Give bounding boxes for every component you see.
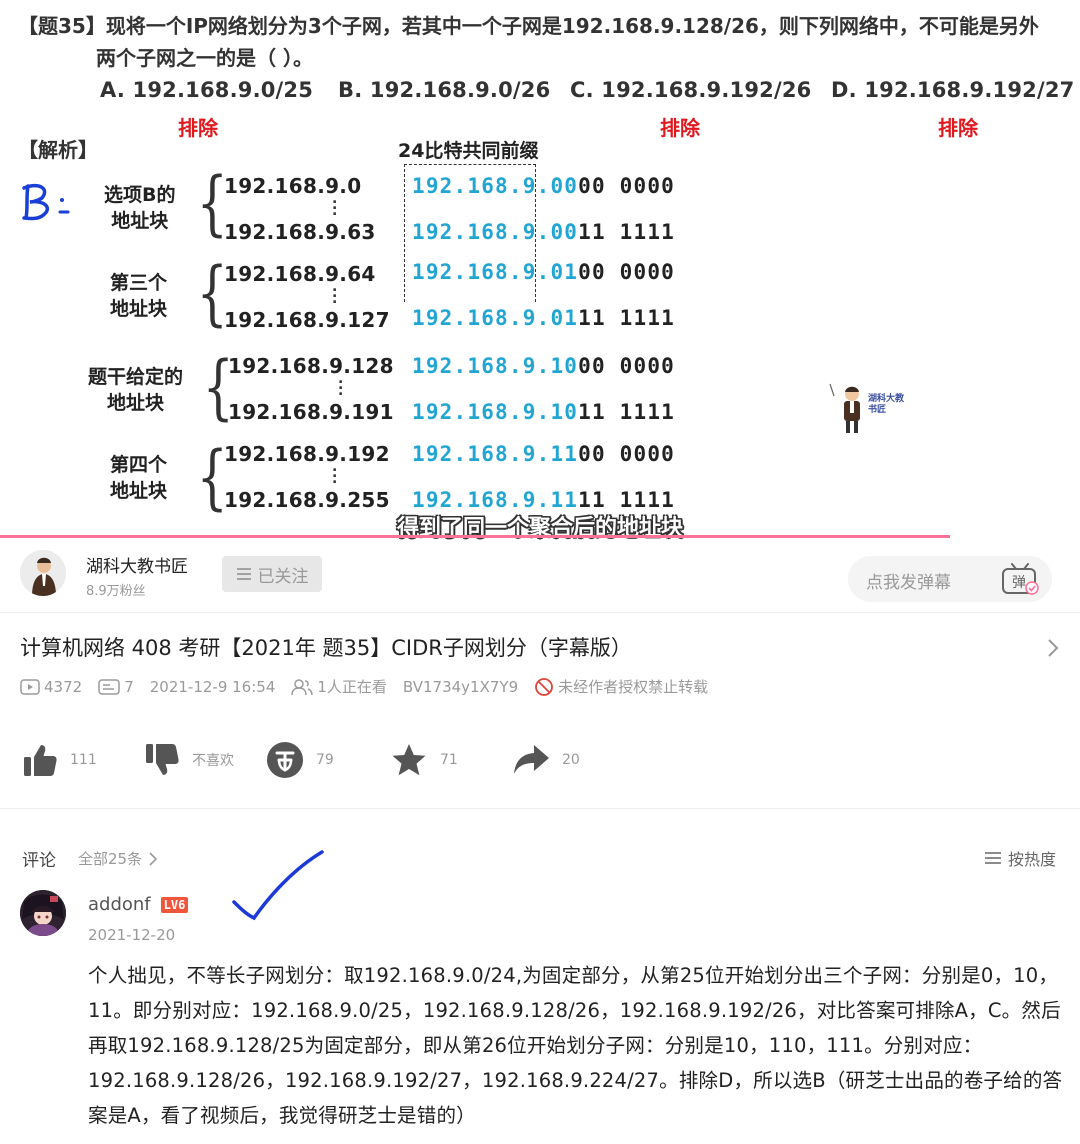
ip-start: 192.168.9.0 <box>224 174 362 198</box>
commenter-avatar[interactable] <box>20 890 66 936</box>
video-progress-bar[interactable] <box>0 535 951 538</box>
commenter-name-row: addonf LV6 <box>88 894 189 915</box>
question-line-1: 【题35】现将一个IP网络划分为3个子网，若其中一个子网是192.168.9.1… <box>18 14 1039 38</box>
all-comments-link[interactable]: 全部25条 <box>78 848 158 869</box>
binary-end: 192.168.9.1111 1111 <box>412 488 676 512</box>
coin-count: 79 <box>316 752 334 768</box>
commenter-name[interactable]: addonf <box>88 894 151 915</box>
no-repost-icon <box>535 677 554 696</box>
play-count-icon <box>20 678 40 695</box>
watching-count: 1人正在看 <box>317 678 387 696</box>
block-label-given: 题干给定的 地址块 <box>88 366 184 414</box>
video-player[interactable]: 【题35】现将一个IP网络划分为3个子网，若其中一个子网是192.168.9.1… <box>0 0 1080 540</box>
binary-end: 192.168.9.0111 1111 <box>412 306 676 330</box>
ip-end: 192.168.9.63 <box>224 220 376 244</box>
vertical-dots: ... <box>332 459 338 487</box>
binary-start: 192.168.9.0100 0000 <box>412 260 676 284</box>
option-c: C. 192.168.9.192/26 <box>570 78 812 102</box>
level-badge: LV6 <box>160 896 189 913</box>
vertical-dots: ... <box>332 191 338 219</box>
coin-icon <box>267 742 303 778</box>
bvid: BV1734y1X7Y9 <box>402 677 519 696</box>
binary-start: 192.168.9.0000 0000 <box>412 174 676 198</box>
chevron-right-icon[interactable] <box>1044 636 1062 660</box>
comments-title: 评论 <box>22 851 56 871</box>
dislike-button[interactable]: 不喜欢 <box>144 740 234 780</box>
all-comments-label: 全部25条 <box>78 850 143 868</box>
vertical-dots: ... <box>332 279 338 307</box>
exclude-mark-a: 排除 <box>178 116 218 140</box>
svg-text:弹: 弹 <box>1012 575 1026 591</box>
danmaku-toggle-icon[interactable]: 弹 <box>1000 560 1040 598</box>
star-icon <box>392 744 426 776</box>
mascot-logo: 湖科大教书匠 <box>826 382 906 434</box>
follow-button[interactable]: 已关注 <box>222 556 322 592</box>
binary-end: 192.168.9.1011 1111 <box>412 400 676 424</box>
follow-label: 已关注 <box>257 566 309 587</box>
ip-end: 192.168.9.255 <box>224 488 390 512</box>
ip-end: 192.168.9.191 <box>228 400 394 424</box>
danmaku-count-icon <box>98 678 120 695</box>
copyright-notice: 未经作者授权禁止转载 <box>558 678 709 696</box>
coin-button[interactable]: 79 <box>266 740 334 780</box>
option-b: B. 192.168.9.0/26 <box>338 78 551 102</box>
menu-icon <box>236 568 251 580</box>
chevron-right-icon <box>149 851 158 866</box>
view-count: 4372 <box>44 677 83 696</box>
ip-start: 192.168.9.192 <box>224 442 390 466</box>
divider <box>0 612 1080 613</box>
thumbs-down-icon <box>146 744 179 775</box>
uploader-name[interactable]: 湖科大教书匠 <box>86 552 188 577</box>
watching-icon <box>291 678 314 695</box>
share-button[interactable]: 20 <box>512 740 580 780</box>
block-label-b: 选项B的 地址块 <box>104 184 176 232</box>
comment-text: 个人拙见，不等长子网划分：取192.168.9.0/24,为固定部分，从第25位… <box>88 964 1063 1127</box>
option-d: D. 192.168.9.192/27 <box>831 78 1075 102</box>
sort-label: 按热度 <box>1008 850 1057 869</box>
favorite-count: 71 <box>440 752 458 768</box>
sort-icon <box>985 852 1001 864</box>
like-count: 111 <box>70 752 97 768</box>
favorite-button[interactable]: 71 <box>390 740 458 780</box>
uploader-fans: 8.9万粉丝 <box>86 584 146 599</box>
uploader-bar: 湖科大教书匠 8.9万粉丝 已关注 点我发弹幕 弹 <box>0 540 1080 612</box>
block-label-third: 第三个 地址块 <box>110 272 168 320</box>
danmaku-placeholder: 点我发弹幕 <box>866 573 951 593</box>
danmaku-count: 7 <box>124 677 134 696</box>
binary-start: 192.168.9.1100 0000 <box>412 442 676 466</box>
option-a: A. 192.168.9.0/25 <box>100 78 314 102</box>
video-meta: 4372 7 2021-12-9 16:54 1人正在看 BV1734y1X7Y… <box>20 676 724 697</box>
share-count: 20 <box>562 752 580 768</box>
ip-end: 192.168.9.127 <box>224 308 390 332</box>
ip-start: 192.168.9.64 <box>224 262 376 286</box>
exclude-mark-d: 排除 <box>938 116 978 140</box>
publish-datetime: 2021-12-9 16:54 <box>149 677 276 696</box>
vertical-dots: ... <box>338 371 344 399</box>
ip-start: 192.168.9.128 <box>228 354 394 378</box>
prefix-title: 24比特共同前缀 <box>398 140 539 162</box>
exclude-mark-c: 排除 <box>660 116 700 140</box>
thumbs-up-icon <box>24 745 57 776</box>
handwritten-b-note <box>22 183 70 221</box>
dislike-label: 不喜欢 <box>192 753 234 769</box>
block-label-fourth: 第四个 地址块 <box>110 454 168 502</box>
divider <box>0 808 1080 809</box>
binary-end: 192.168.9.0011 1111 <box>412 220 676 244</box>
like-button[interactable]: 111 <box>22 740 97 780</box>
comment-date: 2021-12-20 <box>88 926 176 944</box>
analysis-label: 【解析】 <box>18 138 98 162</box>
question-line-2: 两个子网之一的是（ ）。 <box>96 46 313 70</box>
handwritten-check-mark <box>232 850 324 921</box>
sort-by-hot-button[interactable]: 按热度 <box>984 846 1056 870</box>
uploader-avatar[interactable] <box>20 550 66 596</box>
binary-start: 192.168.9.1000 0000 <box>412 354 676 378</box>
video-title[interactable]: 计算机网络 408 考研【2021年 题35】CIDR子网划分（字幕版） <box>20 632 632 662</box>
share-arrow-icon <box>514 745 549 774</box>
